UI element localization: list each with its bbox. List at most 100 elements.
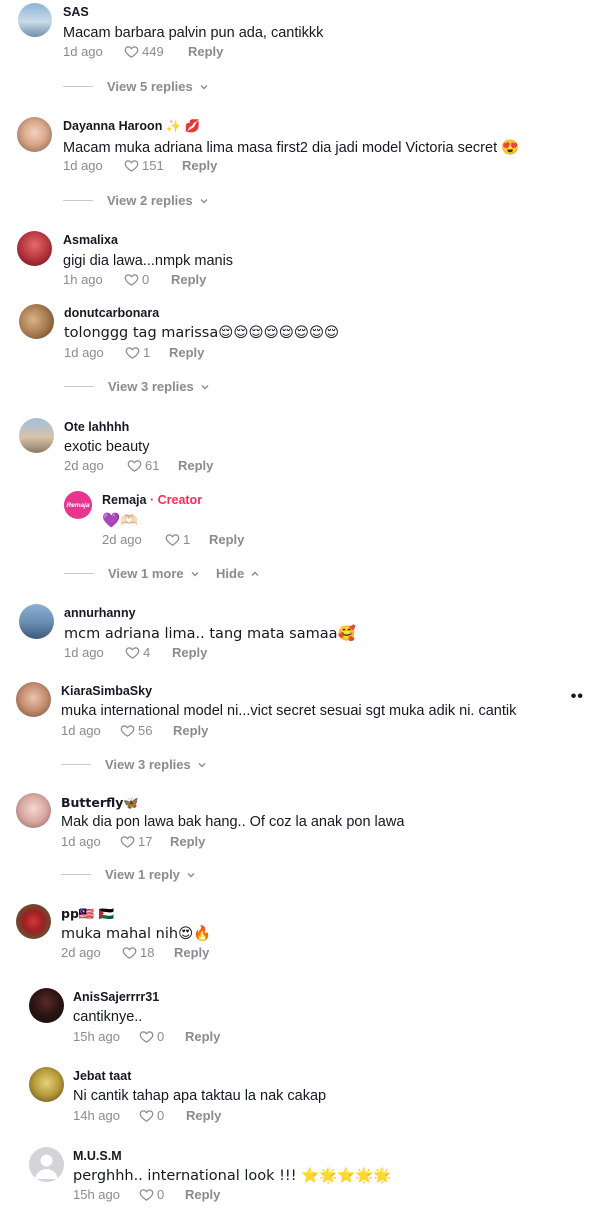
view-replies-button[interactable]: View 3 replies (64, 379, 210, 394)
comment-timestamp: 14h ago (73, 1108, 120, 1123)
comment-timestamp: 2d ago (61, 945, 101, 960)
avatar[interactable] (29, 988, 64, 1023)
default-avatar-icon (35, 1154, 58, 1179)
comment-username[interactable]: Dayanna Haroon ✨ 💋 (63, 119, 200, 134)
chevron-down-icon (200, 198, 208, 203)
heart-icon (125, 347, 140, 359)
like-button[interactable]: 0 (139, 1108, 164, 1123)
view-replies-label: View 2 replies (107, 193, 193, 208)
divider-line (61, 874, 91, 875)
divider-line (61, 764, 91, 765)
like-button[interactable]: 56 (120, 723, 152, 738)
view-replies-button[interactable]: View 2 replies (63, 193, 209, 208)
comment-text: tolonggg tag marissa😌😌😌😌😌😌😌😌 (64, 325, 340, 341)
comment-timestamp: 1d ago (61, 723, 101, 738)
comment-timestamp: 1d ago (64, 345, 104, 360)
like-button[interactable]: 61 (127, 458, 159, 473)
avatar[interactable] (17, 231, 52, 266)
reply-button[interactable]: Reply (170, 834, 205, 849)
like-button[interactable]: 17 (120, 834, 152, 849)
comment-username[interactable]: KiaraSimbaSky (61, 684, 152, 698)
reply-button[interactable]: Reply (185, 1187, 220, 1202)
view-more-replies-button[interactable]: View 1 more (64, 566, 200, 581)
reply-button[interactable]: Reply (185, 1029, 220, 1044)
like-button[interactable]: 0 (139, 1029, 164, 1044)
comment-username[interactable]: SAS (63, 5, 89, 19)
chevron-down-icon (198, 762, 206, 767)
avatar-logo: Remaja (66, 501, 90, 509)
hide-replies-button[interactable]: Hide (216, 566, 260, 581)
heart-icon (127, 460, 142, 472)
comment-text: muka international model ni...vict secre… (61, 703, 517, 719)
comment-timestamp: 1h ago (63, 272, 103, 287)
comment-username[interactable]: annurhanny (64, 606, 136, 620)
heart-icon (165, 534, 180, 546)
avatar[interactable] (17, 117, 52, 152)
heart-icon (124, 160, 139, 172)
comment-username[interactable]: Asmalixa (63, 233, 118, 247)
like-button[interactable]: 0 (124, 272, 149, 287)
like-count: 18 (140, 945, 155, 960)
comment-username[interactable]: Butterfly🦋 (61, 795, 139, 811)
chevron-down-icon (191, 571, 199, 576)
view-replies-label: View 3 replies (108, 379, 194, 394)
like-button[interactable]: 1 (165, 532, 190, 547)
like-count: 0 (157, 1108, 165, 1123)
reply-button[interactable]: Reply (171, 272, 206, 287)
reply-button[interactable]: Reply (172, 645, 207, 660)
reply-button[interactable]: Reply (209, 532, 244, 547)
like-button[interactable]: 449 (124, 44, 164, 59)
avatar[interactable] (19, 304, 54, 339)
like-button[interactable]: 151 (124, 158, 164, 173)
comment-username[interactable]: Ote lahhhh (64, 420, 129, 434)
avatar[interactable] (16, 904, 51, 939)
avatar[interactable] (19, 418, 54, 453)
reply-button[interactable]: Reply (182, 158, 217, 173)
like-count: 1 (183, 532, 191, 547)
heart-icon (120, 725, 135, 737)
heart-icon (139, 1110, 154, 1122)
like-button[interactable]: 0 (139, 1187, 164, 1202)
like-count: 1 (143, 345, 151, 360)
chevron-up-icon (251, 571, 259, 576)
avatar[interactable] (29, 1067, 64, 1102)
view-replies-button[interactable]: View 3 replies (61, 757, 207, 772)
comment-username[interactable]: Jebat taat (73, 1069, 131, 1083)
view-replies-button[interactable]: View 5 replies (63, 79, 209, 94)
reply-button[interactable]: Reply (169, 345, 204, 360)
avatar[interactable] (16, 793, 51, 828)
comment-text: muka mahal nih😍🔥 (61, 926, 212, 942)
comment-username[interactable]: Remaja · Creator (102, 493, 202, 507)
comment-username[interactable]: donutcarbonara (64, 306, 159, 320)
avatar[interactable] (29, 1147, 64, 1182)
avatar[interactable] (16, 682, 51, 717)
reply-button[interactable]: Reply (173, 723, 208, 738)
comment-username[interactable]: pp🇲🇾 🇵🇸 (61, 906, 114, 922)
like-count: 61 (145, 458, 160, 473)
avatar[interactable]: Remaja (64, 491, 92, 519)
comment-timestamp: 2d ago (64, 458, 104, 473)
like-count: 151 (142, 158, 164, 173)
heart-icon (120, 836, 135, 848)
comment-timestamp: 15h ago (73, 1029, 120, 1044)
avatar[interactable] (19, 604, 54, 639)
comment-username[interactable]: AnisSajerrrr31 (73, 990, 159, 1004)
reply-button[interactable]: Reply (178, 458, 213, 473)
comment-timestamp: 1d ago (63, 158, 103, 173)
avatar[interactable] (18, 3, 52, 37)
reply-button[interactable]: Reply (174, 945, 209, 960)
like-count: 0 (142, 272, 150, 287)
reply-button[interactable]: Reply (186, 1108, 221, 1123)
comment-text: exotic beauty (64, 439, 150, 455)
hide-label: Hide (216, 566, 245, 581)
divider-line (63, 200, 93, 201)
more-options-icon[interactable]: •• (571, 688, 584, 706)
comment-username[interactable]: M.U.S.M (73, 1149, 122, 1163)
comment-text: mcm adriana lima.. tang mata samaa🥰 (64, 626, 356, 642)
creator-name: Remaja (102, 493, 147, 507)
like-button[interactable]: 4 (125, 645, 150, 660)
like-button[interactable]: 18 (122, 945, 154, 960)
view-replies-button[interactable]: View 1 reply (61, 867, 196, 882)
like-button[interactable]: 1 (125, 345, 150, 360)
reply-button[interactable]: Reply (188, 44, 223, 59)
